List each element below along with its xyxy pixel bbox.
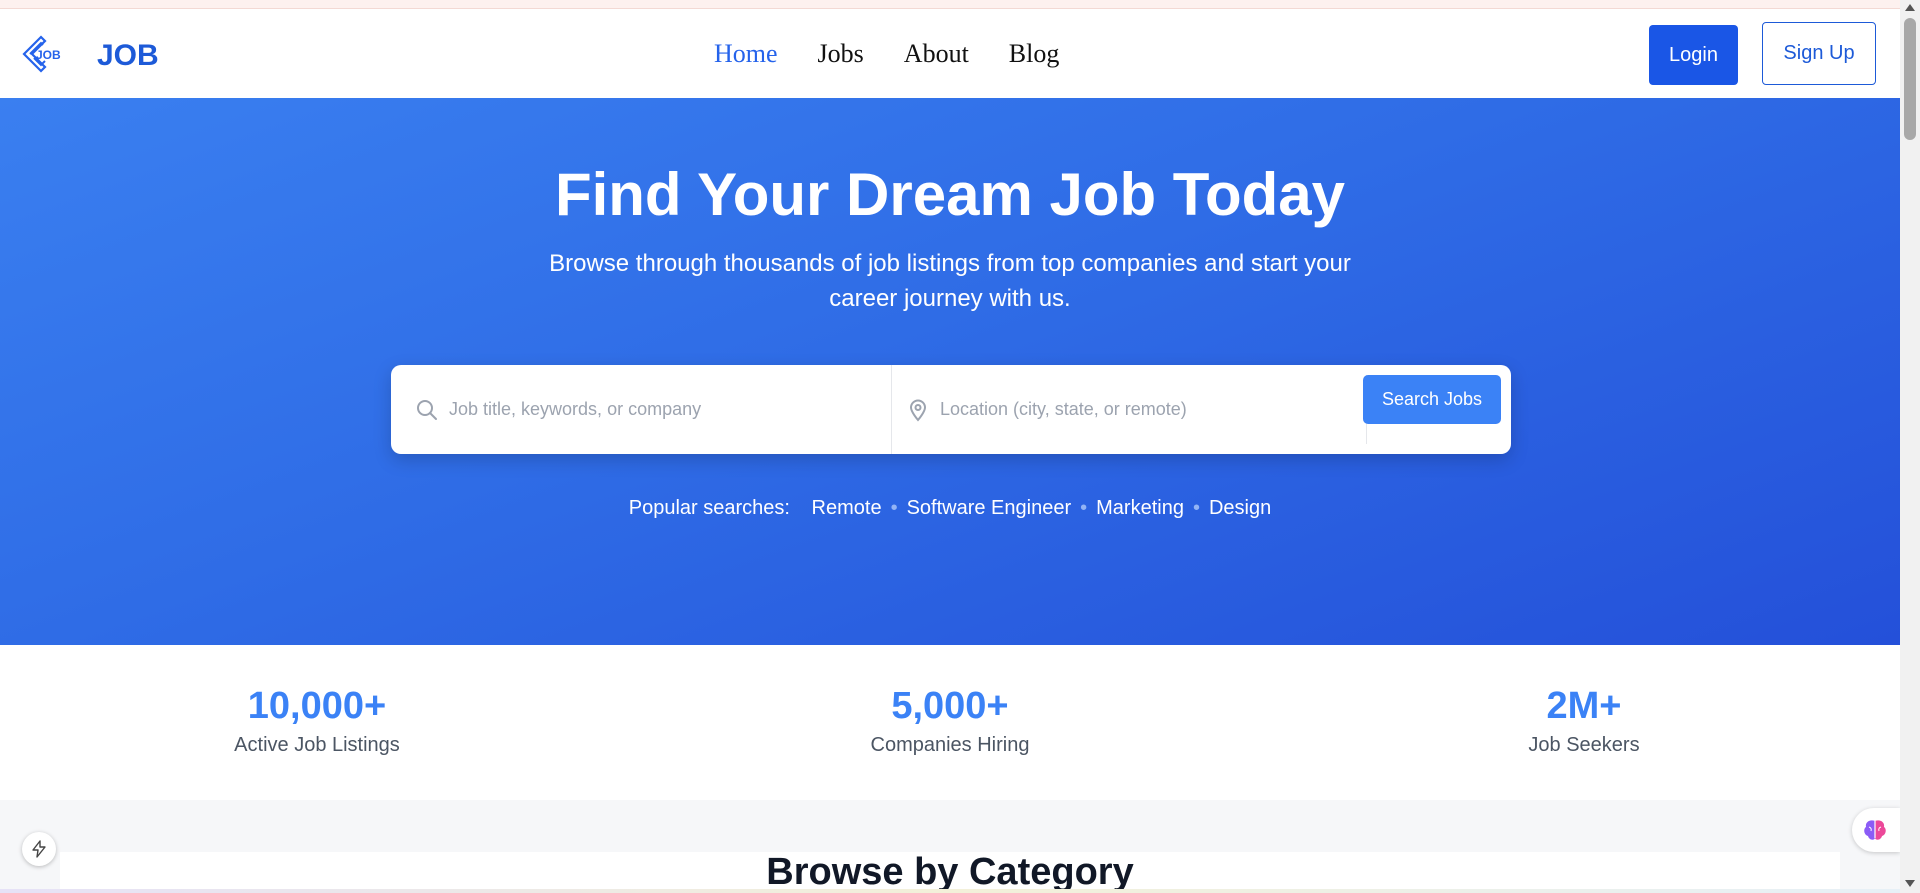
hero-section: Find Your Dream Job Today Browse through… (0, 98, 1900, 645)
nav-blog[interactable]: Blog (1009, 39, 1060, 69)
popular-tag-software-engineer[interactable]: Software Engineer (907, 497, 1072, 519)
top-banner-strip (0, 0, 1900, 9)
bottom-edge (0, 889, 1900, 893)
hero-subtitle: Browse through thousands of job listings… (549, 250, 1351, 312)
page-scrollbar[interactable] (1900, 0, 1920, 893)
popular-searches: Popular searches: Remote • Software Engine… (0, 497, 1900, 520)
stats-section: 10,000+ Active Job Listings 5,000+ Compa… (0, 645, 1900, 800)
keyword-input[interactable] (449, 399, 849, 420)
separator-dot: • (1080, 497, 1088, 519)
nav-jobs[interactable]: Jobs (818, 39, 864, 69)
popular-tag-design[interactable]: Design (1209, 497, 1271, 519)
hero-title: Find Your Dream Job Today (554, 161, 1346, 228)
stat-value: 5,000+ (891, 685, 1009, 727)
stat-value: 2M+ (1546, 685, 1622, 727)
stat-active-jobs: 10,000+ Active Job Listings (117, 685, 517, 757)
popular-tag-remote[interactable]: Remote (812, 497, 882, 519)
search-jobs-button[interactable]: Search Jobs (1363, 375, 1501, 424)
popular-searches-label: Popular searches: (628, 497, 790, 519)
search-icon (415, 398, 439, 422)
separator-dot: • (1192, 497, 1200, 519)
stat-job-seekers: 2M+ Job Seekers (1384, 685, 1784, 757)
stat-label: Active Job Listings (234, 734, 400, 756)
scroll-up-arrow[interactable] (1905, 4, 1915, 11)
popular-tag-marketing[interactable]: Marketing (1096, 497, 1184, 519)
stat-label: Job Seekers (1528, 734, 1640, 756)
stat-value: 10,000+ (247, 685, 387, 727)
categories-title: Browse by Category (766, 851, 1134, 893)
stat-label: Companies Hiring (870, 734, 1030, 756)
location-field (891, 365, 1367, 454)
logo-icon[interactable]: JOB (20, 33, 68, 75)
signup-button[interactable]: Sign Up (1762, 22, 1876, 85)
nav-home[interactable]: Home (714, 39, 778, 69)
categories-section: Browse by Category (0, 800, 1900, 893)
login-button[interactable]: Login (1649, 25, 1738, 85)
lightning-bolt-icon[interactable] (22, 832, 56, 866)
scroll-down-arrow[interactable] (1905, 880, 1915, 887)
scroll-thumb[interactable] (1904, 18, 1916, 140)
brain-icon[interactable] (1852, 808, 1900, 852)
site-header: JOB JOB Home Jobs About Blog Login Sign … (0, 9, 1900, 98)
location-input[interactable] (940, 399, 1340, 420)
stat-companies: 5,000+ Companies Hiring (750, 685, 1150, 757)
keyword-field (415, 365, 875, 454)
main-nav: Home Jobs About Blog (714, 39, 1059, 69)
brand-name[interactable]: JOB (97, 39, 159, 73)
separator-dot: • (890, 497, 898, 519)
job-search-form: Search Jobs (391, 365, 1511, 454)
map-pin-icon (906, 398, 930, 422)
logo-text: JOB (36, 48, 61, 62)
nav-about[interactable]: About (904, 39, 969, 69)
